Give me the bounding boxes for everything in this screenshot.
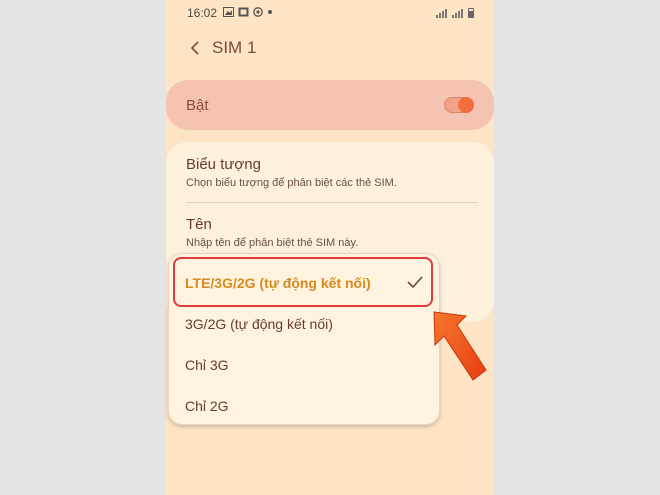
row-title: Biểu tượng xyxy=(186,156,261,173)
app-bar: SIM 1 xyxy=(184,30,256,66)
row-subtitle: Nhập tên để phân biệt thẻ SIM này. xyxy=(186,237,359,249)
sim-enable-row[interactable]: Bật xyxy=(166,80,494,130)
sim-icon-setting[interactable]: Biểu tượng Chọn biểu tượng để phân biệt … xyxy=(186,156,478,189)
battery-icon xyxy=(468,8,474,18)
row-subtitle: Chọn biểu tượng để phân biệt các thẻ SIM… xyxy=(186,177,397,189)
row-title: Tên xyxy=(186,216,212,233)
status-time: 16:02 xyxy=(187,6,218,20)
sim-enable-label: Bật xyxy=(186,96,209,114)
highlight-box xyxy=(173,257,433,307)
network-option-2g[interactable]: Chỉ 2G xyxy=(169,386,439,426)
status-bar: 16:02 xyxy=(166,0,494,26)
arrow-icon xyxy=(433,311,487,381)
signal-icon-2 xyxy=(452,8,463,18)
sim-enable-switch[interactable] xyxy=(444,97,474,113)
option-label: Chỉ 2G xyxy=(185,398,229,414)
option-label: 3G/2G (tự động kết nối) xyxy=(185,316,333,332)
dot-icon xyxy=(267,7,273,20)
switch-knob xyxy=(458,97,474,113)
sim-name-setting[interactable]: Tên Nhập tên để phân biệt thẻ SIM này. xyxy=(186,216,478,249)
divider xyxy=(186,202,478,203)
image-icon xyxy=(223,6,235,20)
chevron-left-icon[interactable] xyxy=(184,37,206,59)
at-icon xyxy=(253,6,263,20)
signal-icon xyxy=(436,8,447,18)
page-title: SIM 1 xyxy=(212,38,257,57)
option-label: Chỉ 3G xyxy=(185,357,229,373)
network-option-3g2g[interactable]: 3G/2G (tự động kết nối) xyxy=(169,304,439,344)
gallery-icon xyxy=(238,7,249,20)
network-option-3g[interactable]: Chỉ 3G xyxy=(169,345,439,385)
